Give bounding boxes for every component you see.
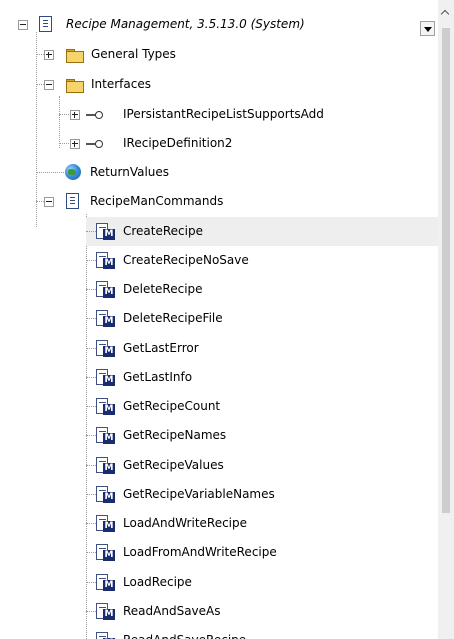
collapse-toggle[interactable] bbox=[18, 20, 28, 30]
tree-label: LoadRecipe bbox=[123, 575, 192, 589]
vertical-scrollbar[interactable] bbox=[438, 0, 454, 639]
method-icon: M bbox=[96, 340, 115, 357]
scroll-thumb[interactable] bbox=[442, 28, 450, 513]
tree-label: GetLastInfo bbox=[123, 370, 193, 384]
folder-icon bbox=[66, 79, 84, 93]
method-icon: M bbox=[96, 281, 115, 298]
tree-line bbox=[86, 435, 96, 436]
tree-row-method[interactable]: M GetRecipeValues bbox=[86, 451, 438, 480]
tree-line bbox=[86, 289, 96, 290]
tree-row-interface[interactable]: IPersistantRecipeListSupportsAdd bbox=[0, 100, 438, 129]
tree-label: Interfaces bbox=[91, 77, 151, 91]
tree-line bbox=[86, 523, 96, 524]
method-icon: M bbox=[96, 223, 115, 240]
tree-line bbox=[59, 114, 69, 115]
tree-row-return-values[interactable]: ReturnValues bbox=[0, 158, 438, 187]
expand-toggle[interactable] bbox=[70, 139, 80, 149]
method-icon: M bbox=[96, 632, 115, 639]
interface-icon bbox=[86, 111, 104, 119]
tree-line bbox=[36, 172, 64, 173]
method-icon: M bbox=[96, 603, 115, 620]
collapse-toggle[interactable] bbox=[44, 80, 54, 90]
tree-row-method[interactable]: M ReadAndSaveRecipe bbox=[86, 626, 438, 639]
tree-line bbox=[86, 582, 96, 583]
tree-row-method[interactable]: M CreateRecipe bbox=[86, 217, 438, 246]
tree-line bbox=[86, 465, 96, 466]
tree-row-method[interactable]: M DeleteRecipeFile bbox=[86, 304, 438, 333]
tree-label: CreateRecipeNoSave bbox=[123, 253, 249, 267]
tree-row-method[interactable]: M GetLastError bbox=[86, 334, 438, 363]
expand-toggle[interactable] bbox=[44, 50, 54, 60]
tree-label: LoadAndWriteRecipe bbox=[123, 516, 248, 530]
document-icon bbox=[66, 193, 79, 209]
method-icon: M bbox=[96, 515, 115, 532]
tree-label: GetLastError bbox=[123, 341, 199, 355]
library-tree: Recipe Management, 3.5.13.0 (System) Gen… bbox=[0, 0, 438, 639]
tree-row-method[interactable]: M DeleteRecipe bbox=[86, 275, 438, 304]
tree-label: LoadFromAndWriteRecipe bbox=[123, 545, 277, 559]
tree-row-method[interactable]: M CreateRecipeNoSave bbox=[86, 246, 438, 275]
library-document-icon bbox=[39, 16, 52, 32]
tree-line bbox=[86, 260, 96, 261]
tree-row-interface[interactable]: IRecipeDefinition2 bbox=[0, 129, 438, 158]
tree-label: ReadAndSaveRecipe bbox=[123, 626, 246, 639]
tree-label: GetRecipeCount bbox=[123, 399, 221, 413]
tree-row-method[interactable]: M GetRecipeCount bbox=[86, 392, 438, 421]
tree-line bbox=[86, 611, 96, 612]
tree-line bbox=[86, 377, 96, 378]
tree-label: GetRecipeNames bbox=[123, 428, 227, 442]
tree-row-method[interactable]: M GetLastInfo bbox=[86, 363, 438, 392]
method-icon: M bbox=[96, 398, 115, 415]
dropdown-button[interactable] bbox=[420, 21, 435, 36]
tree-label: RecipeManCommands bbox=[90, 194, 224, 208]
interface-icon bbox=[86, 140, 104, 148]
scroll-up-arrow-icon[interactable] bbox=[438, 0, 454, 26]
method-icon: M bbox=[96, 369, 115, 386]
tree-label: GetRecipeValues bbox=[123, 458, 224, 472]
tree-label: CreateRecipe bbox=[123, 224, 203, 238]
tree-label: ReturnValues bbox=[90, 165, 170, 179]
tree-row-recipe-man-commands[interactable]: RecipeManCommands bbox=[0, 187, 438, 216]
folder-icon bbox=[66, 49, 84, 63]
tree-row-method[interactable]: M GetRecipeVariableNames bbox=[86, 480, 438, 509]
tree-label: GetRecipeVariableNames bbox=[123, 487, 275, 501]
globe-icon bbox=[65, 164, 81, 180]
tree-row-interfaces[interactable]: Interfaces bbox=[0, 70, 438, 99]
method-icon: M bbox=[96, 574, 115, 591]
tree-label: ReadAndSaveAs bbox=[123, 604, 221, 618]
tree-row-general-types[interactable]: General Types bbox=[0, 40, 438, 69]
tree-row-method[interactable]: M ReadAndSaveAs bbox=[86, 597, 438, 626]
method-icon: M bbox=[96, 252, 115, 269]
tree-row-method[interactable]: M GetRecipeNames bbox=[86, 421, 438, 450]
root-label: Recipe Management, 3.5.13.0 (System) bbox=[66, 17, 305, 31]
collapse-toggle[interactable] bbox=[44, 197, 54, 207]
tree-label: General Types bbox=[91, 47, 176, 61]
tree-label: IPersistantRecipeListSupportsAdd bbox=[123, 107, 324, 121]
method-icon: M bbox=[96, 427, 115, 444]
tree-row-root[interactable]: Recipe Management, 3.5.13.0 (System) bbox=[0, 10, 438, 39]
tree-label: DeleteRecipeFile bbox=[123, 311, 223, 325]
expand-toggle[interactable] bbox=[70, 110, 80, 120]
method-icon: M bbox=[96, 544, 115, 561]
tree-line bbox=[86, 318, 96, 319]
tree-line bbox=[59, 143, 69, 144]
method-icon: M bbox=[96, 486, 115, 503]
method-icon: M bbox=[96, 457, 115, 474]
tree-row-method[interactable]: M LoadRecipe bbox=[86, 568, 438, 597]
tree-line bbox=[86, 231, 96, 232]
tree-line bbox=[86, 348, 96, 349]
tree-row-method[interactable]: M LoadFromAndWriteRecipe bbox=[86, 538, 438, 567]
tree-line bbox=[86, 494, 96, 495]
tree-label: DeleteRecipe bbox=[123, 282, 203, 296]
method-icon: M bbox=[96, 310, 115, 327]
tree-line bbox=[86, 552, 96, 553]
tree-label: IRecipeDefinition2 bbox=[123, 136, 233, 150]
tree-line bbox=[86, 406, 96, 407]
tree-row-method[interactable]: M LoadAndWriteRecipe bbox=[86, 509, 438, 538]
